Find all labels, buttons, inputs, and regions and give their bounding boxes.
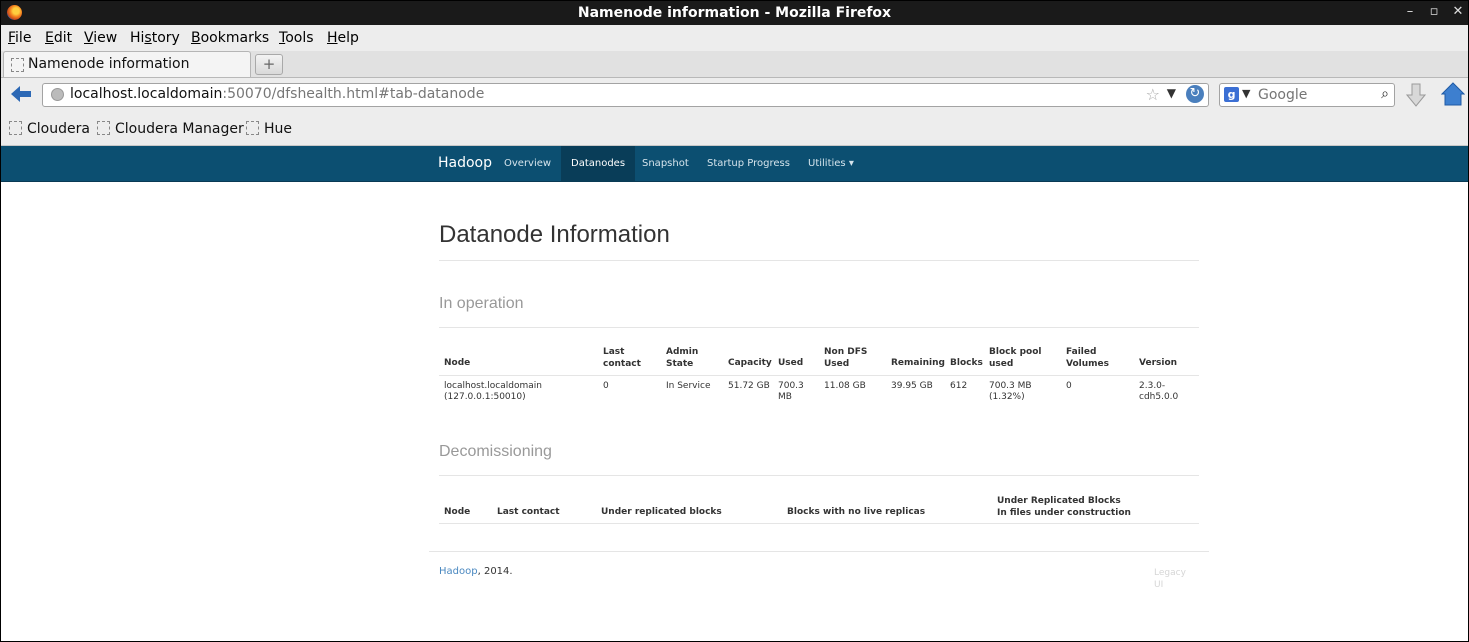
menu-edit[interactable]: Edit <box>45 30 72 46</box>
cell-used: 700.3 MB <box>778 381 804 402</box>
col-blocks-no-live-replicas: Blocks with no live replicas <box>787 507 926 517</box>
bookmark-cloudera[interactable]: Cloudera <box>9 121 90 137</box>
binoculars-icon[interactable]: ⌕ <box>1381 86 1389 102</box>
window-title: Namenode information - Mozilla Firefox <box>577 5 892 21</box>
col-blocks: Blocks <box>950 358 983 368</box>
page-title: Datanode Information <box>439 221 670 248</box>
menu-bar: File Edit View History Bookmarks Tools H… <box>1 25 1468 51</box>
footer-divider <box>429 551 1209 552</box>
footer-year: , 2014. <box>477 566 513 577</box>
cell-admin-state: In Service <box>666 381 711 391</box>
cell-non-dfs-used: 11.08 GB <box>824 381 866 391</box>
menu-tools[interactable]: Tools <box>279 30 314 46</box>
col-under-replicated-construction: Under Replicated Blocks In files under c… <box>997 496 1131 518</box>
cell-last-contact: 0 <box>603 381 609 391</box>
col-under-replicated-blocks: Under replicated blocks <box>601 507 722 517</box>
col-last-contact: Last contact <box>603 347 641 369</box>
col-last-contact: Last contact <box>497 507 560 517</box>
new-tab-button[interactable]: + <box>255 54 283 75</box>
search-bar[interactable]: g ▼ ⌕ <box>1219 83 1395 107</box>
page-favicon-icon <box>11 58 24 72</box>
table-header-divider <box>439 523 1199 524</box>
table-header-divider <box>439 375 1199 376</box>
history-dropdown-icon[interactable]: ▼ <box>1167 86 1176 100</box>
bookmark-page-icon <box>9 121 22 135</box>
address-bar[interactable]: localhost.localdomain:50070/dfshealth.ht… <box>42 83 1209 107</box>
menu-bookmarks[interactable]: Bookmarks <box>191 30 269 46</box>
nav-startup-progress[interactable]: Startup Progress <box>697 146 800 181</box>
cell-blocks: 612 <box>950 381 968 391</box>
minimize-button[interactable]: – <box>1401 4 1419 19</box>
menu-history[interactable]: History <box>130 30 180 46</box>
col-node: Node <box>444 507 471 517</box>
col-non-dfs-used: Non DFS Used <box>824 347 868 369</box>
footer-hadoop-link[interactable]: Hadoop <box>439 566 478 577</box>
bookmark-hue[interactable]: Hue <box>246 121 292 137</box>
col-capacity: Capacity <box>728 358 772 368</box>
menu-view[interactable]: View <box>84 30 117 46</box>
col-failed-volumes: Failed Volumes <box>1066 347 1109 369</box>
legacy-ui-link[interactable]: Legacy UI <box>1154 567 1194 591</box>
cell-node: localhost.localdomain (127.0.0.1:50010) <box>444 381 542 402</box>
download-arrow-icon[interactable] <box>1406 83 1426 107</box>
reload-icon[interactable]: ↻ <box>1186 85 1204 103</box>
globe-icon <box>51 88 64 101</box>
nav-datanodes[interactable]: Datanodes <box>561 146 636 181</box>
bookmark-page-icon <box>246 121 259 135</box>
hadoop-brand-link[interactable]: Hadoop <box>438 155 492 171</box>
col-admin-state: Admin State <box>666 347 699 369</box>
nav-snapshot[interactable]: Snapshot <box>632 146 699 181</box>
nav-overview[interactable]: Overview <box>494 146 561 181</box>
bookmark-star-icon[interactable]: ☆ <box>1146 85 1160 104</box>
cell-remaining: 39.95 GB <box>891 381 933 391</box>
browser-window: Namenode information - Mozilla Firefox –… <box>0 0 1469 642</box>
bookmark-page-icon <box>97 121 110 135</box>
bookmark-cloudera-manager[interactable]: Cloudera Manager <box>97 121 244 137</box>
decommissioning-divider <box>439 475 1199 476</box>
cell-block-pool-used: 700.3 MB (1.32%) <box>989 381 1032 402</box>
col-used: Used <box>778 358 804 368</box>
address-url[interactable]: localhost.localdomain:50070/dfshealth.ht… <box>70 86 484 102</box>
bookmarks-toolbar: Cloudera Cloudera Manager Hue <box>1 112 1468 146</box>
col-remaining: Remaining <box>891 358 945 368</box>
col-block-pool-used: Block pool used <box>989 347 1042 369</box>
title-bar: Namenode information - Mozilla Firefox –… <box>1 1 1468 25</box>
back-arrow-icon[interactable] <box>10 84 32 104</box>
cell-failed-volumes: 0 <box>1066 381 1072 391</box>
in-operation-divider <box>439 327 1199 328</box>
maximize-button[interactable]: ▫ <box>1425 4 1443 19</box>
cell-capacity: 51.72 GB <box>728 381 770 391</box>
col-version: Version <box>1139 358 1178 368</box>
nav-utilities-dropdown[interactable]: Utilities ▾ <box>798 146 864 181</box>
tab-label: Namenode information <box>28 56 190 72</box>
title-divider <box>439 260 1199 261</box>
in-operation-heading: In operation <box>439 295 524 312</box>
footer: Hadoop, 2014. <box>439 566 513 577</box>
search-input[interactable] <box>1256 85 1370 105</box>
home-icon[interactable] <box>1441 82 1465 106</box>
tab-strip: Namenode information + <box>1 51 1468 78</box>
menu-file[interactable]: File <box>8 30 31 46</box>
decommissioning-heading: Decomissioning <box>439 443 552 460</box>
navigation-toolbar: localhost.localdomain:50070/dfshealth.ht… <box>1 78 1468 112</box>
tab-namenode-information[interactable]: Namenode information <box>3 51 251 77</box>
cell-version: 2.3.0- cdh5.0.0 <box>1139 381 1179 402</box>
search-engine-dropdown-icon[interactable]: ▼ <box>1242 87 1250 100</box>
menu-help[interactable]: Help <box>327 30 359 46</box>
col-node: Node <box>444 358 471 368</box>
close-button[interactable]: ✕ <box>1449 4 1467 19</box>
hadoop-navbar: Hadoop Overview Datanodes Snapshot Start… <box>1 146 1468 182</box>
google-icon[interactable]: g <box>1224 87 1239 102</box>
